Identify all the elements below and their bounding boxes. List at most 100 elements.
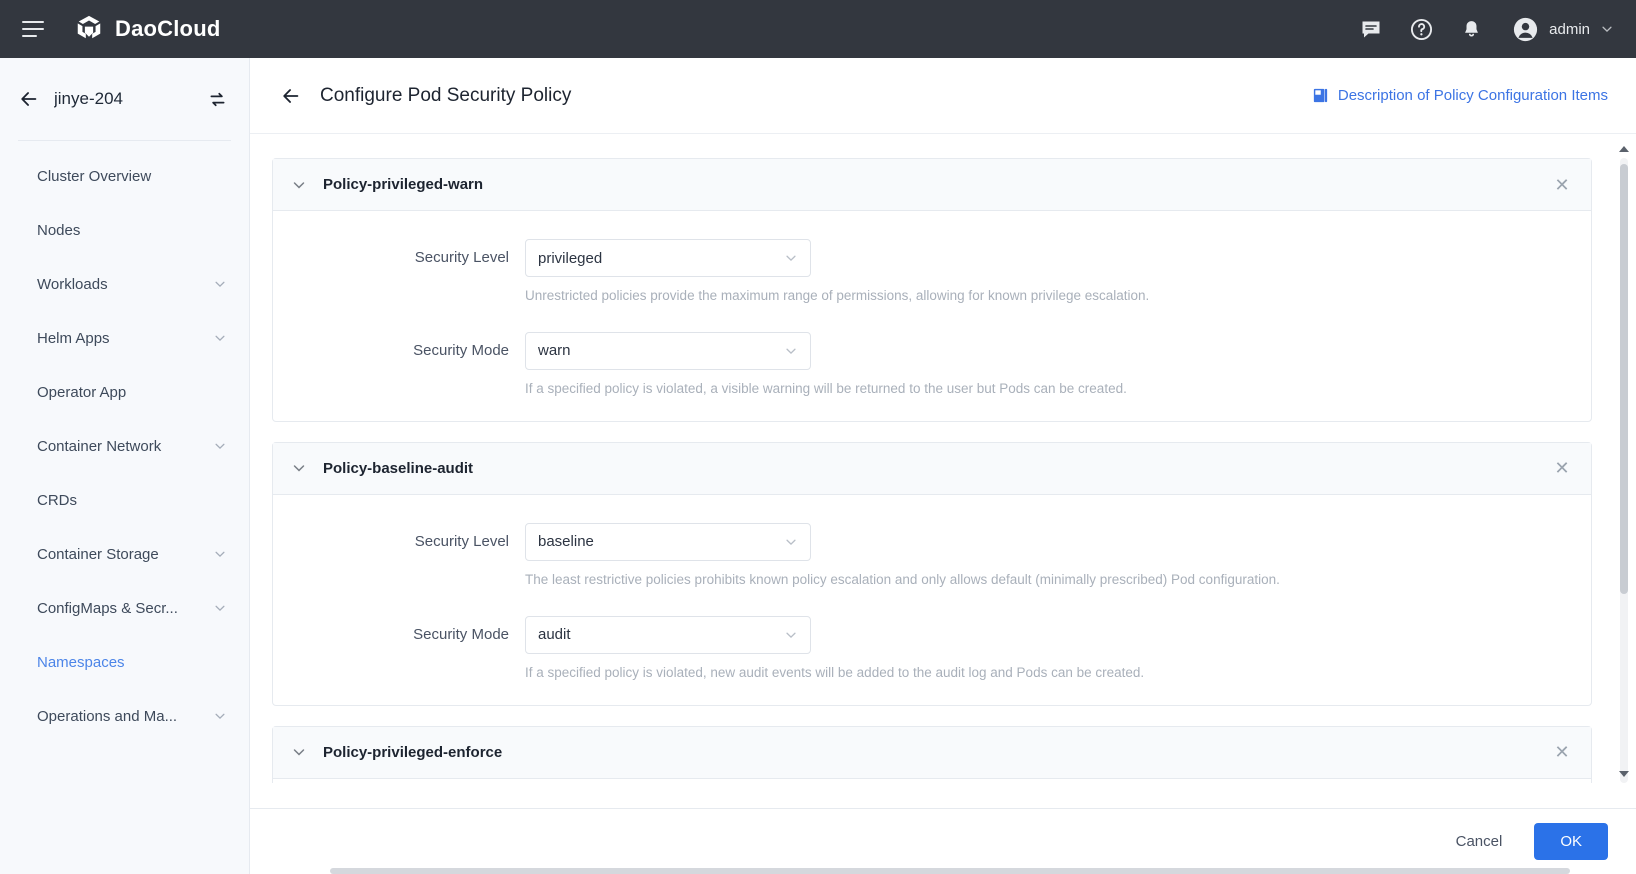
switch-cluster-icon[interactable]	[205, 87, 229, 111]
sidebar-nav: Cluster Overview Nodes Workloads Helm Ap…	[0, 141, 249, 743]
security-mode-select[interactable]: audit	[525, 616, 811, 654]
close-icon[interactable]: ✕	[1551, 741, 1573, 763]
policy-configuration-description-link[interactable]: Description of Policy Configuration Item…	[1312, 87, 1608, 104]
sidebar-item-configmaps-secrets[interactable]: ConfigMaps & Secr...	[0, 581, 249, 635]
notification-bell-icon[interactable]	[1458, 16, 1484, 42]
sidebar-item-label: Operations and Ma...	[37, 708, 213, 725]
page-back-button[interactable]	[278, 83, 304, 109]
sidebar-item-label: Helm Apps	[37, 330, 213, 347]
top-bar: DaoCloud	[0, 0, 1636, 58]
sidebar-item-container-network[interactable]: Container Network	[0, 419, 249, 473]
chevron-down-icon	[213, 547, 227, 561]
security-level-label: Security Level	[273, 523, 525, 561]
sidebar-item-operations-and-maintenance[interactable]: Operations and Ma...	[0, 689, 249, 743]
policy-card: Policy-privileged-warn ✕ Security Level …	[272, 158, 1592, 422]
arrow-left-icon	[280, 85, 302, 107]
security-mode-helper-text: If a specified policy is violated, new a…	[525, 664, 1591, 683]
sidebar-item-operator-app[interactable]: Operator App	[0, 365, 249, 419]
chevron-down-icon[interactable]	[291, 744, 307, 760]
security-mode-row: Security Mode warn If a specified policy…	[273, 332, 1591, 399]
security-mode-helper-text: If a specified policy is violated, a vis…	[525, 380, 1591, 399]
security-level-select[interactable]: privileged	[525, 239, 811, 277]
policy-scroll-area[interactable]: Policy-privileged-warn ✕ Security Level …	[272, 158, 1592, 783]
chevron-down-icon	[784, 344, 798, 358]
scroll-up-arrow[interactable]	[1617, 142, 1631, 156]
sidebar-item-label: Container Storage	[37, 546, 213, 563]
sidebar-item-container-storage[interactable]: Container Storage	[0, 527, 249, 581]
sidebar-item-label: CRDs	[37, 492, 227, 509]
close-icon[interactable]: ✕	[1551, 457, 1573, 479]
sidebar-item-namespaces[interactable]: Namespaces	[0, 635, 249, 689]
sidebar-header: jinye-204	[0, 58, 249, 140]
ok-button[interactable]: OK	[1534, 823, 1608, 860]
topbar-actions: admin	[1358, 16, 1636, 43]
policy-card-header[interactable]: Policy-baseline-audit ✕	[273, 443, 1591, 495]
chevron-down-icon	[213, 331, 227, 345]
sidebar-item-nodes[interactable]: Nodes	[0, 203, 249, 257]
policy-card: Policy-privileged-enforce ✕	[272, 726, 1592, 783]
close-icon[interactable]: ✕	[1551, 174, 1573, 196]
security-level-row: Security Level privileged Unrestricted p…	[273, 239, 1591, 306]
page-header: Configure Pod Security Policy Descriptio…	[250, 58, 1636, 134]
sidebar-item-helm-apps[interactable]: Helm Apps	[0, 311, 249, 365]
page-title: Configure Pod Security Policy	[320, 85, 571, 107]
dialog-footer: Cancel OK	[250, 808, 1636, 874]
hamburger-icon[interactable]	[22, 21, 44, 37]
brand-logo[interactable]: DaoCloud	[74, 14, 220, 44]
user-name: admin	[1549, 21, 1590, 38]
security-level-value: baseline	[538, 533, 784, 550]
security-mode-select[interactable]: warn	[525, 332, 811, 370]
security-level-helper-text: The least restrictive policies prohibits…	[525, 571, 1591, 590]
policy-card-header[interactable]: Policy-privileged-warn ✕	[273, 159, 1591, 211]
chevron-down-icon	[213, 277, 227, 291]
security-level-row: Security Level baseline The least restri…	[273, 523, 1591, 590]
sidebar: jinye-204 Cluster Overview Nodes Workloa…	[0, 58, 250, 874]
book-icon	[1312, 87, 1329, 104]
security-level-helper-text: Unrestricted policies provide the maximu…	[525, 287, 1591, 306]
sidebar-item-cluster-overview[interactable]: Cluster Overview	[0, 149, 249, 203]
main-content: Configure Pod Security Policy Descriptio…	[250, 58, 1636, 874]
user-menu[interactable]: admin	[1512, 16, 1614, 43]
security-mode-label: Security Mode	[273, 332, 525, 370]
security-level-value: privileged	[538, 250, 784, 267]
chat-icon[interactable]	[1358, 16, 1384, 42]
security-mode-label: Security Mode	[273, 616, 525, 654]
sidebar-item-workloads[interactable]: Workloads	[0, 257, 249, 311]
vertical-scrollbar-thumb[interactable]	[1620, 164, 1628, 594]
chevron-down-icon	[784, 251, 798, 265]
avatar	[1512, 16, 1539, 43]
scroll-down-arrow[interactable]	[1617, 767, 1631, 781]
policy-card: Policy-baseline-audit ✕ Security Level b…	[272, 442, 1592, 706]
cluster-name: jinye-204	[54, 89, 205, 109]
security-mode-value: audit	[538, 626, 784, 643]
chevron-down-icon	[213, 439, 227, 453]
security-level-select[interactable]: baseline	[525, 523, 811, 561]
brand-name: DaoCloud	[115, 16, 220, 42]
chevron-down-icon[interactable]	[291, 460, 307, 476]
chevron-down-icon	[213, 709, 227, 723]
daocloud-cube-icon	[74, 14, 104, 44]
chevron-down-icon	[784, 535, 798, 549]
policy-name: Policy-privileged-warn	[323, 176, 483, 193]
sidebar-item-crds[interactable]: CRDs	[0, 473, 249, 527]
help-icon[interactable]	[1408, 16, 1434, 42]
sidebar-back-button[interactable]	[16, 86, 42, 112]
sidebar-item-label: ConfigMaps & Secr...	[37, 600, 213, 617]
sidebar-item-label: Nodes	[37, 222, 227, 239]
sidebar-item-label: Container Network	[37, 438, 213, 455]
chevron-down-icon	[213, 601, 227, 615]
policy-configuration-description-label: Description of Policy Configuration Item…	[1338, 87, 1608, 104]
vertical-scrollbar[interactable]	[1620, 158, 1628, 783]
chevron-down-icon	[784, 628, 798, 642]
arrow-left-icon	[18, 88, 40, 110]
policy-name: Policy-privileged-enforce	[323, 744, 502, 761]
chevron-down-icon[interactable]	[291, 177, 307, 193]
cancel-button[interactable]: Cancel	[1450, 825, 1509, 858]
security-level-label: Security Level	[273, 239, 525, 277]
chevron-down-icon	[1600, 22, 1614, 36]
sidebar-item-label: Workloads	[37, 276, 213, 293]
policy-card-header[interactable]: Policy-privileged-enforce ✕	[273, 727, 1591, 779]
policy-list-container: Policy-privileged-warn ✕ Security Level …	[250, 134, 1636, 808]
policy-card-body: Security Level privileged Unrestricted p…	[273, 211, 1591, 421]
horizontal-scrollbar[interactable]	[330, 868, 1570, 874]
